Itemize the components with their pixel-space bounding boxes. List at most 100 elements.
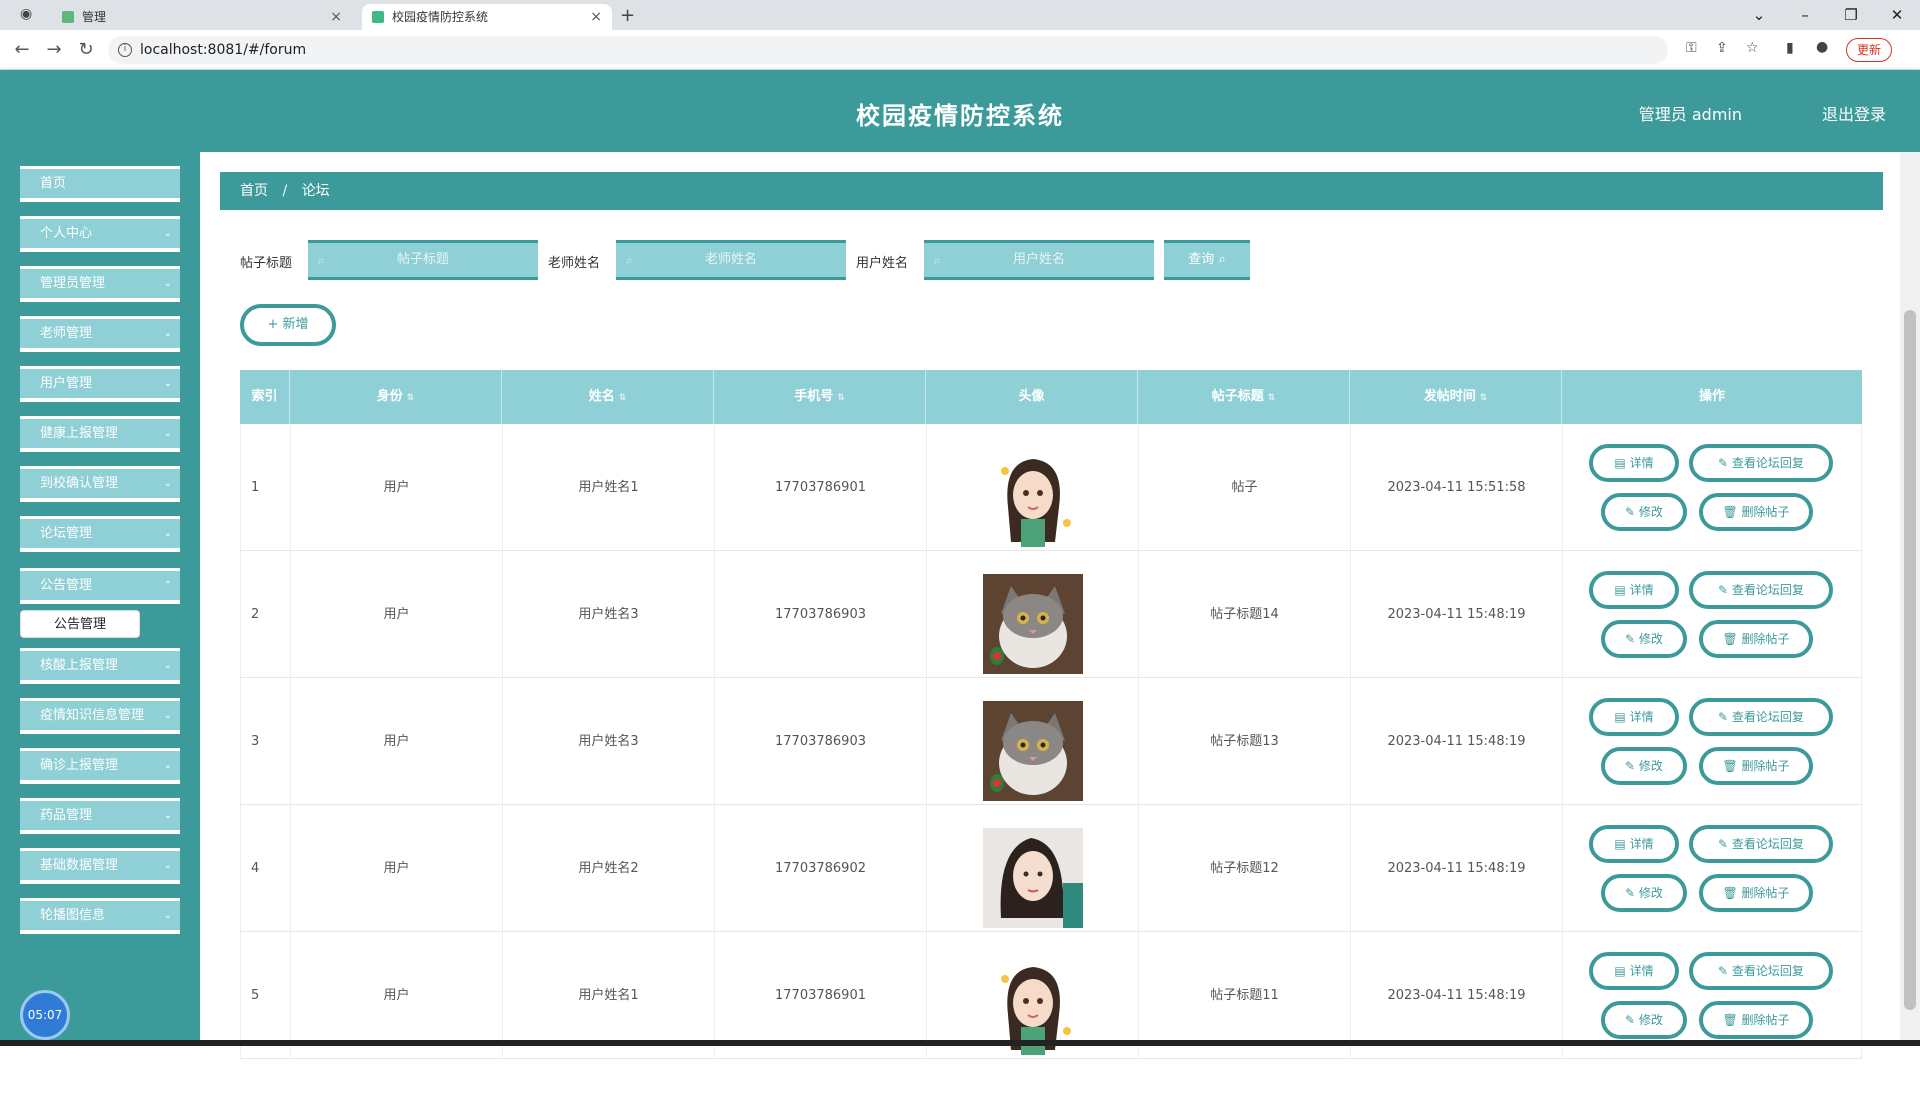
sort-icon[interactable]: ⇅: [619, 393, 627, 403]
avatar[interactable]: [983, 574, 1083, 674]
sidebar-item-notice-manage[interactable]: 公告管理 ⌃: [20, 568, 180, 604]
share-icon[interactable]: ⇪: [1716, 40, 1728, 56]
post-title-input[interactable]: ⌕ 帖子标题: [308, 240, 538, 280]
column-header-name[interactable]: 姓名 ⇅: [502, 370, 714, 424]
chevron-down-icon: ⌄: [163, 428, 172, 439]
sort-icon[interactable]: ⇅: [1480, 393, 1488, 403]
breadcrumb-separator: /: [282, 183, 288, 199]
edit-button[interactable]: ✎ 修改: [1601, 874, 1687, 912]
detail-button[interactable]: ▤ 详情: [1589, 825, 1679, 863]
add-button[interactable]: + 新增: [240, 304, 336, 346]
edit-button[interactable]: ✎ 修改: [1601, 1001, 1687, 1039]
document-icon: ▤: [1614, 837, 1630, 851]
minimize-icon[interactable]: –: [1782, 2, 1828, 28]
browser-tab[interactable]: 管理 ×: [52, 4, 352, 30]
restore-icon[interactable]: ❐: [1828, 2, 1874, 28]
sort-icon[interactable]: ⇅: [407, 393, 415, 403]
sort-icon[interactable]: ⇅: [1268, 393, 1276, 403]
sidebar-item-diagnosis-report[interactable]: 确诊上报管理 ⌄: [20, 748, 180, 784]
forward-icon[interactable]: →: [42, 38, 66, 62]
delete-button[interactable]: 🗑 删除帖子: [1699, 620, 1813, 658]
view-replies-button[interactable]: ✎ 查看论坛回复: [1689, 698, 1833, 736]
sidebar-item-teacher-manage[interactable]: 老师管理 ⌄: [20, 316, 180, 352]
user-name-input[interactable]: ⌕ 用户姓名: [924, 240, 1154, 280]
back-icon[interactable]: ←: [10, 38, 34, 62]
column-header-index: 索引: [240, 370, 290, 424]
sidepanel-icon[interactable]: ▮: [1786, 40, 1794, 56]
document-icon: ▤: [1614, 710, 1630, 724]
view-replies-button[interactable]: ✎ 查看论坛回复: [1689, 571, 1833, 609]
avatar[interactable]: [983, 447, 1083, 547]
edit-button[interactable]: ✎ 修改: [1601, 620, 1687, 658]
logout-link[interactable]: 退出登录: [1822, 101, 1886, 125]
plus-icon: +: [267, 317, 279, 332]
submenu-item-notice-manage[interactable]: 公告管理: [20, 610, 140, 638]
avatar[interactable]: [983, 701, 1083, 801]
sidebar-item-label: 公告管理: [40, 578, 93, 593]
cell-post-title: 帖子标题12: [1139, 805, 1351, 932]
sidebar-item-health-report[interactable]: 健康上报管理 ⌄: [20, 416, 180, 452]
detail-button[interactable]: ▤ 详情: [1589, 444, 1679, 482]
column-header-post-title[interactable]: 帖子标题 ⇅: [1138, 370, 1350, 424]
url-field[interactable]: i localhost:8081/#/forum: [108, 36, 1668, 64]
search-button[interactable]: 查询 ⌕: [1164, 240, 1250, 280]
delete-button[interactable]: 🗑 删除帖子: [1699, 493, 1813, 531]
detail-button[interactable]: ▤ 详情: [1589, 698, 1679, 736]
sidebar-item-base-data[interactable]: 基础数据管理 ⌄: [20, 848, 180, 884]
edit-button[interactable]: ✎ 修改: [1601, 493, 1687, 531]
profile-icon[interactable]: ●: [1816, 39, 1828, 55]
view-replies-button[interactable]: ✎ 查看论坛回复: [1689, 825, 1833, 863]
sidebar-item-admin-manage[interactable]: 管理员管理 ⌄: [20, 266, 180, 302]
view-replies-button[interactable]: ✎ 查看论坛回复: [1689, 952, 1833, 990]
browser-tab-active[interactable]: 校园疫情防控系统 ×: [362, 4, 612, 30]
page-scrollbar[interactable]: [1900, 152, 1920, 1046]
reload-icon[interactable]: ↻: [74, 38, 98, 62]
close-icon[interactable]: ×: [590, 4, 602, 30]
column-header-phone[interactable]: 手机号 ⇅: [714, 370, 926, 424]
column-header-role[interactable]: 身份 ⇅: [290, 370, 502, 424]
breadcrumb-home[interactable]: 首页: [240, 183, 268, 199]
sidebar-item-nucleic-report[interactable]: 核酸上报管理 ⌄: [20, 648, 180, 684]
column-header-post-time[interactable]: 发帖时间 ⇅: [1350, 370, 1562, 424]
post-title-label: 帖子标题: [240, 256, 293, 271]
detail-button[interactable]: ▤ 详情: [1589, 952, 1679, 990]
tab-search-icon[interactable]: ⌄: [1736, 2, 1782, 28]
info-icon[interactable]: i: [118, 43, 132, 57]
sidebar-item-medicine-manage[interactable]: 药品管理 ⌄: [20, 798, 180, 834]
delete-button[interactable]: 🗑 删除帖子: [1699, 747, 1813, 785]
cell-actions: ▤ 详情 ✎ 查看论坛回复 ✎ 修改 🗑 删除帖子: [1563, 805, 1863, 932]
trash-icon: 🗑: [1722, 505, 1742, 519]
new-tab-button[interactable]: +: [620, 5, 635, 26]
delete-button[interactable]: 🗑 删除帖子: [1699, 874, 1813, 912]
user-name-placeholder: 用户姓名: [1012, 252, 1065, 267]
document-icon: ▤: [1614, 456, 1630, 470]
sort-icon[interactable]: ⇅: [837, 393, 845, 403]
key-icon[interactable]: ⚿: [1686, 40, 1697, 56]
cell-actions: ▤ 详情 ✎ 查看论坛回复 ✎ 修改 🗑 删除帖子: [1563, 678, 1863, 805]
search-icon: ⌕: [934, 253, 941, 267]
window-close-icon[interactable]: ✕: [1874, 2, 1920, 28]
scrollbar-thumb[interactable]: [1904, 310, 1916, 1010]
cell-post-time: 2023-04-11 15:51:58: [1351, 424, 1563, 551]
browser-menu-icon[interactable]: ◉: [20, 6, 32, 22]
update-button[interactable]: 更新: [1845, 38, 1892, 62]
sidebar-item-carousel[interactable]: 轮播图信息 ⌄: [20, 898, 180, 934]
edit-button[interactable]: ✎ 修改: [1601, 747, 1687, 785]
tab-label: 校园疫情防控系统: [392, 10, 489, 24]
view-replies-button[interactable]: ✎ 查看论坛回复: [1689, 444, 1833, 482]
sidebar-item-user-manage[interactable]: 用户管理 ⌄: [20, 366, 180, 402]
teacher-name-input[interactable]: ⌕ 老师姓名: [616, 240, 846, 280]
delete-button[interactable]: 🗑 删除帖子: [1699, 1001, 1813, 1039]
detail-button[interactable]: ▤ 详情: [1589, 571, 1679, 609]
star-icon[interactable]: ☆: [1746, 40, 1759, 56]
sidebar-item-label: 疫情知识信息管理: [40, 708, 145, 723]
sidebar-item-personal-center[interactable]: 个人中心 ⌄: [20, 216, 180, 252]
close-icon[interactable]: ×: [330, 4, 342, 30]
sidebar-item-forum-manage[interactable]: 论坛管理 ⌄: [20, 516, 180, 552]
avatar[interactable]: [983, 828, 1083, 928]
sidebar-item-home[interactable]: 首页: [20, 166, 180, 202]
sidebar-item-label: 健康上报管理: [40, 426, 119, 441]
sidebar-item-arrival-confirm[interactable]: 到校确认管理 ⌄: [20, 466, 180, 502]
sidebar-item-epidemic-knowledge[interactable]: 疫情知识信息管理 ⌄: [20, 698, 180, 734]
cell-name: 用户姓名3: [503, 678, 715, 805]
